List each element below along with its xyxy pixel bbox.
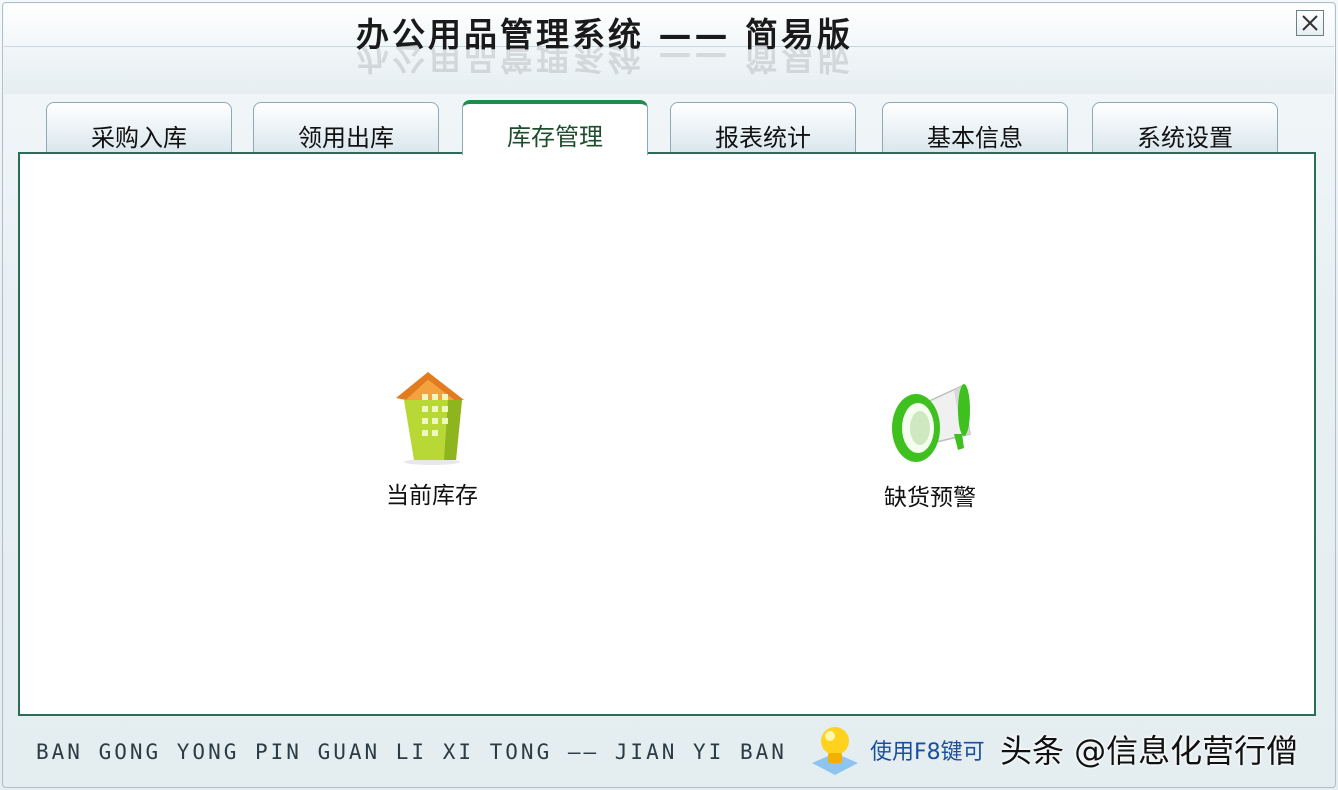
close-button[interactable] <box>1296 10 1324 36</box>
current-inventory-button[interactable]: 当前库存 <box>386 364 478 510</box>
content-panel: 当前库存 缺货预警 <box>18 152 1316 716</box>
tab-bar: 采购入库 领用出库 库存管理 报表统计 基本信息 系统设置 <box>0 100 1338 155</box>
tab-basic-info[interactable]: 基本信息 <box>882 102 1068 154</box>
megaphone-icon <box>892 384 971 462</box>
tip-text: 使用F8键可 <box>870 740 985 765</box>
lightbulb-icon <box>812 727 858 775</box>
tab-report-statistics[interactable]: 报表统计 <box>670 102 856 154</box>
tab-system-settings[interactable]: 系统设置 <box>1092 102 1278 154</box>
building-icon <box>396 372 464 465</box>
tab-inventory-management[interactable]: 库存管理 <box>462 100 648 155</box>
watermark: 头条 @信息化营行僧 <box>1000 732 1299 770</box>
close-icon <box>1302 15 1318 31</box>
tip-area: 使用F8键可 <box>808 720 985 780</box>
tab-purchase-inbound[interactable]: 采购入库 <box>46 102 232 154</box>
tab-requisition-outbound[interactable]: 领用出库 <box>253 102 439 154</box>
shortage-warning-button[interactable]: 缺货预警 <box>884 380 976 512</box>
app-title-reflection: 办公用品管理系统 —— 简易版 <box>356 46 853 77</box>
footer-pinyin: BAN GONG YONG PIN GUAN LI XI TONG —— JIA… <box>36 740 787 764</box>
